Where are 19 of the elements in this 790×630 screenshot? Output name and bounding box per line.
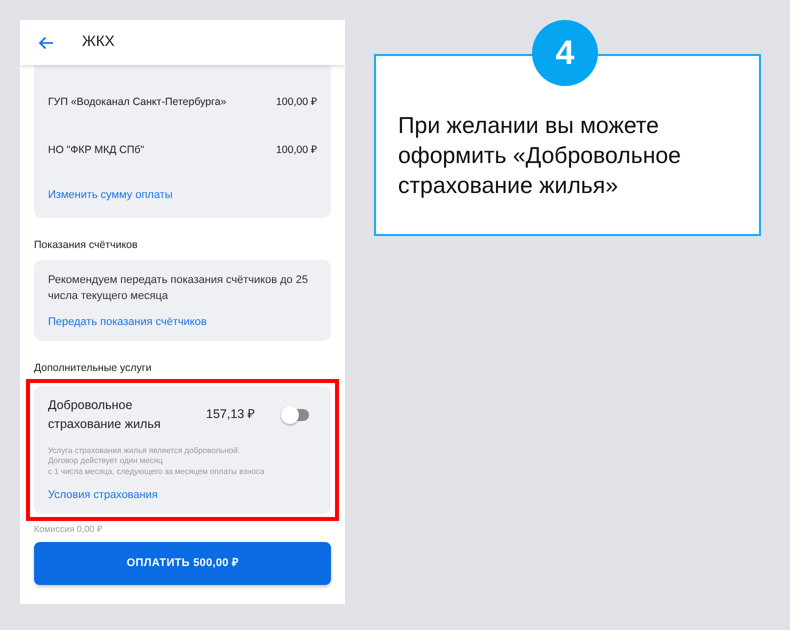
callout-text: При желании вы можете оформить «Добровольное страхование жилья»	[398, 111, 682, 200]
submit-readings-link[interactable]: Передать показания счётчиков	[48, 314, 207, 331]
service-name: Добровольное страхование жилья	[48, 396, 162, 433]
payee-name: ГУП «Водоканал Санкт-Петербурга»	[48, 95, 226, 110]
service-price: 157,13 ₽	[206, 406, 255, 424]
back-icon[interactable]	[38, 36, 54, 50]
section-heading: Показания счётчиков	[34, 238, 139, 252]
meters-hint: Рекомендуем передать показания счётчиков до 25 числа текущего месяца	[48, 273, 309, 304]
section-heading: Дополнительные услуги	[34, 360, 152, 376]
change-amount-link[interactable]: Изменить сумму оплаты	[48, 187, 173, 204]
commission-text: Комиссия 0,00 ₽	[34, 523, 103, 536]
payment-amount: 100,00 ₽	[276, 95, 317, 110]
insurance-terms-link[interactable]: Условия страхования	[48, 487, 158, 504]
screen-title: ЖКХ	[82, 32, 115, 52]
payment-amount: 100,00 ₽	[276, 143, 317, 158]
pay-button[interactable]: ОПЛАТИТЬ 500,00 ₽	[34, 542, 331, 584]
step-number: 4	[532, 20, 598, 86]
payee-name: НО "ФКР МКД СПб"	[48, 143, 144, 158]
service-note: Услуга страхования жилья является добровольной. Договор действует один месяц с 1 числа месяца, следующего за месяцем оплаты взноса	[48, 446, 266, 477]
